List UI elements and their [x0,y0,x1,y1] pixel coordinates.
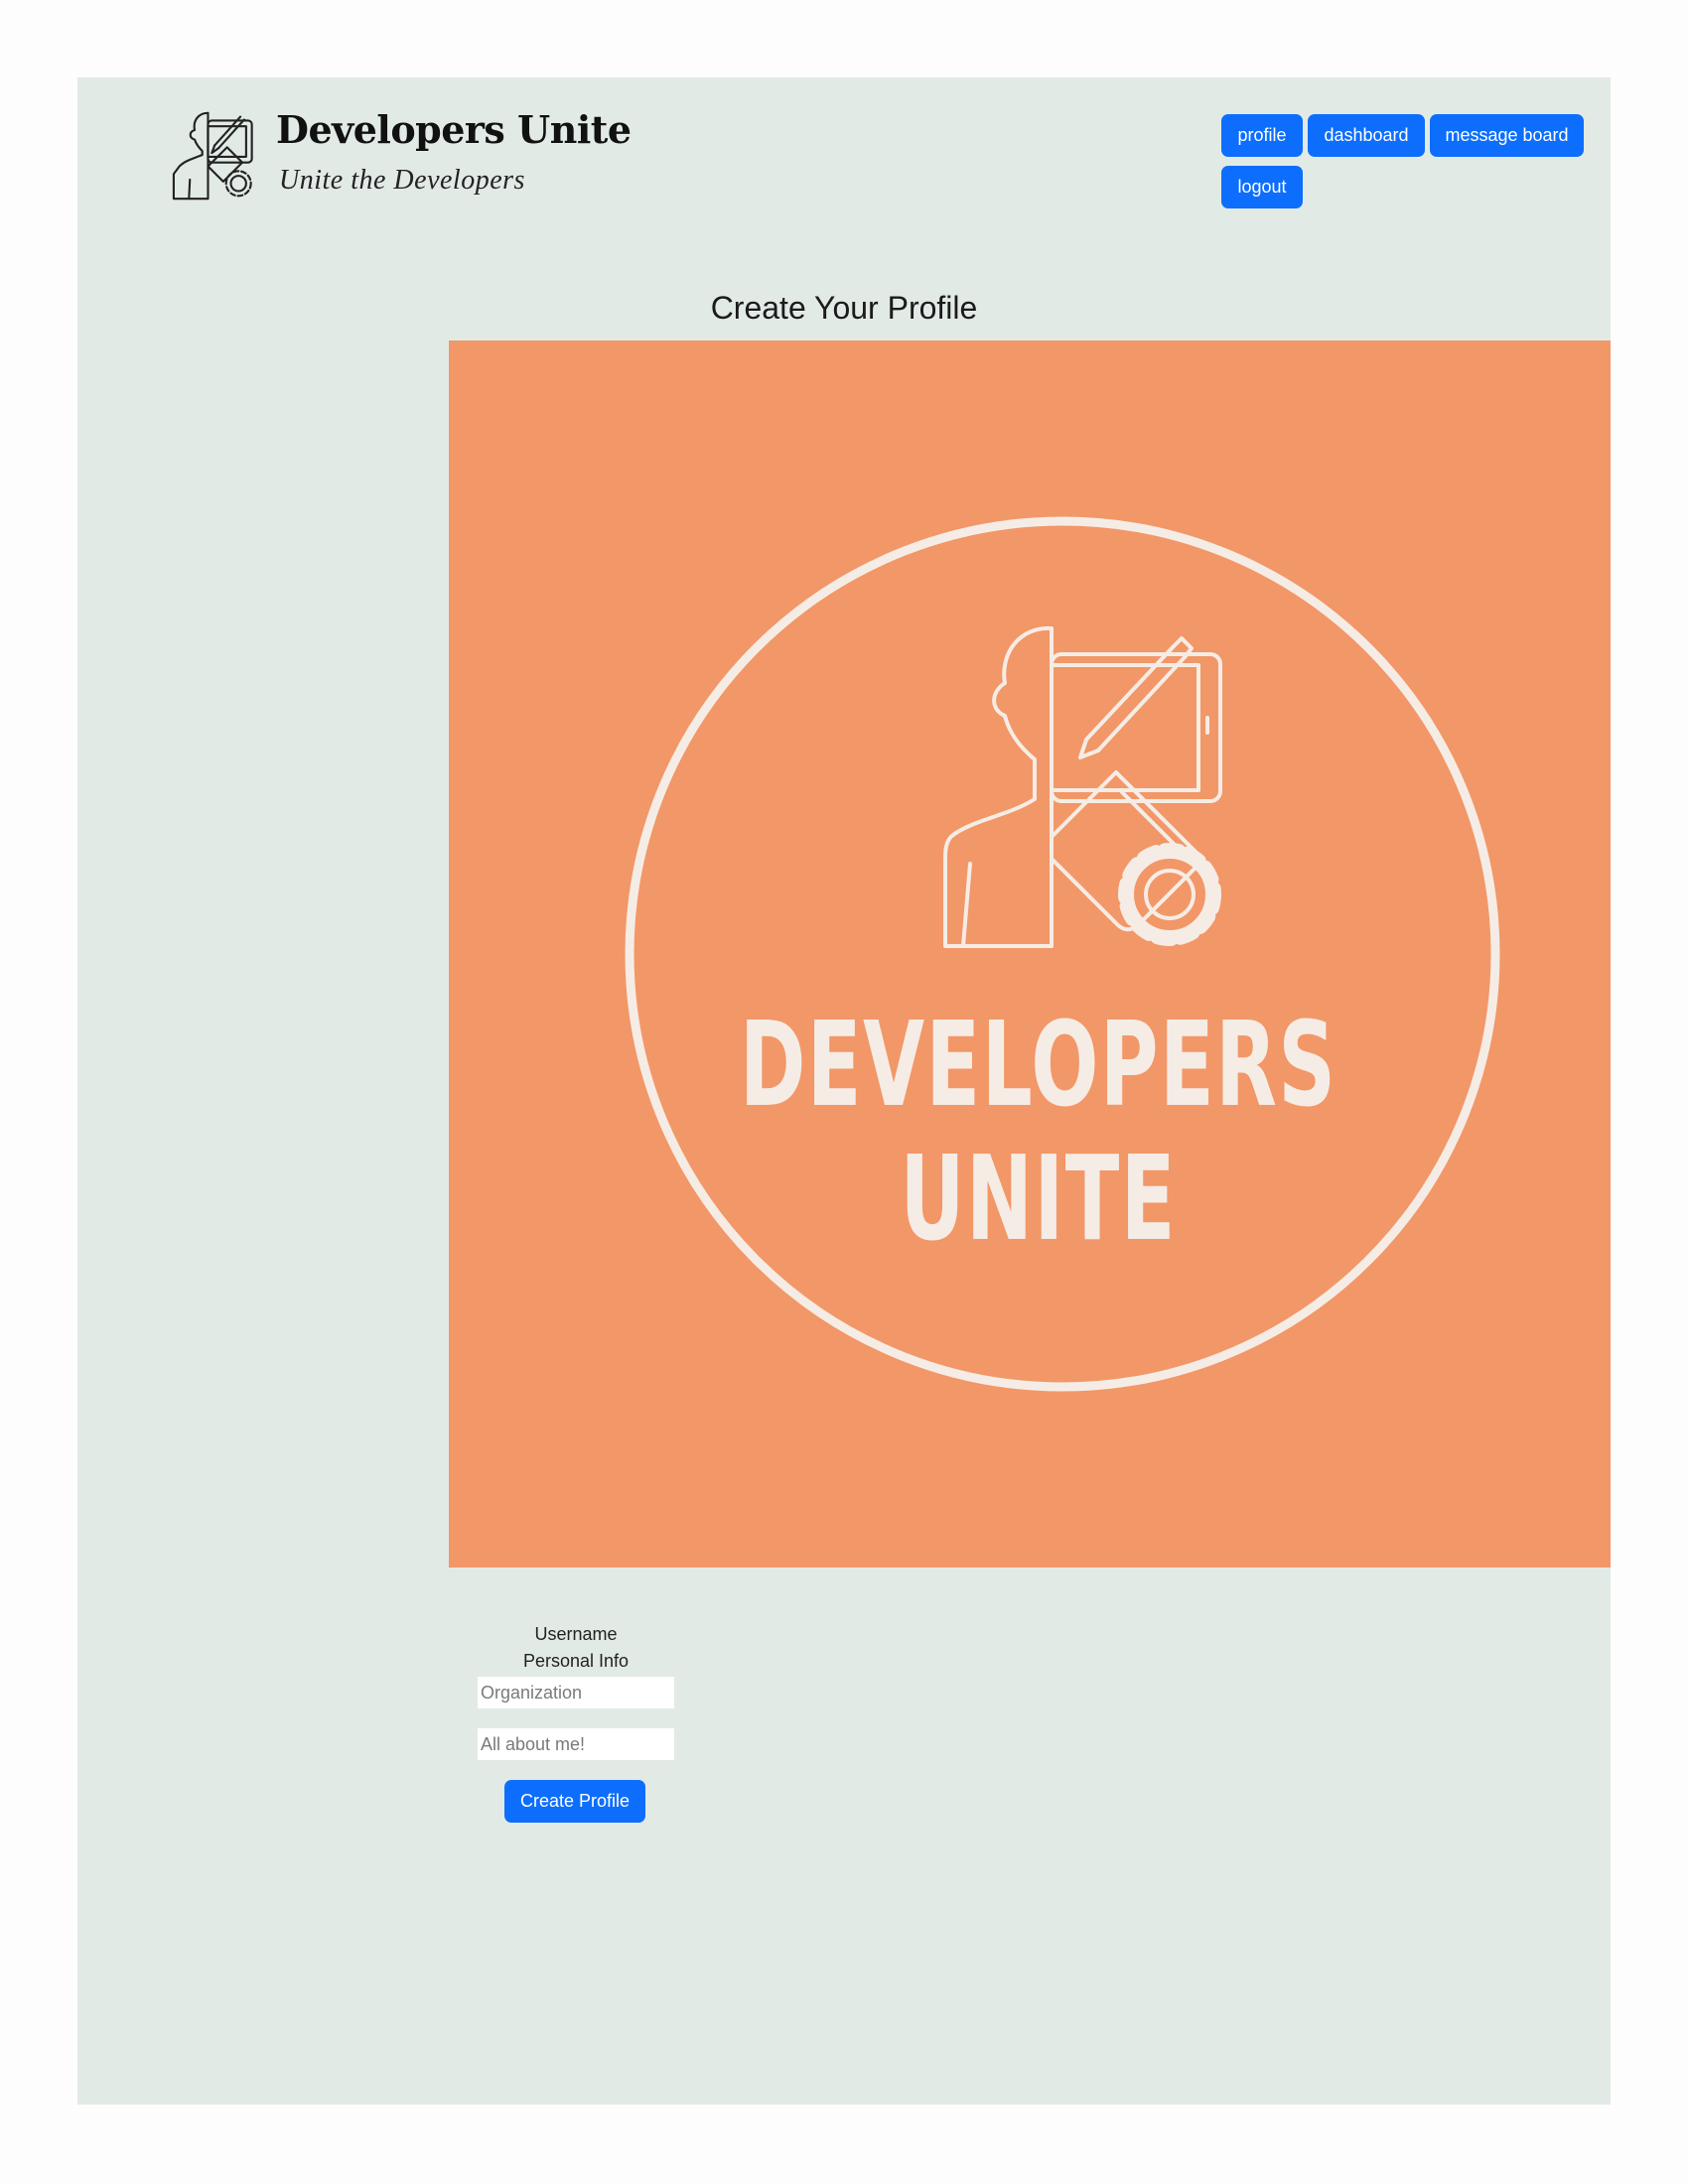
personal-info-label: Personal Info [522,1651,630,1671]
organization-input[interactable] [478,1677,674,1708]
hero-title-line-2: UNITE [900,1130,1177,1267]
developer-logo-icon [172,111,253,201]
brand-tagline: Unite the Developers [279,165,525,196]
about-me-input[interactable] [478,1728,674,1760]
brand[interactable]: Developers Unite Unite the Developers [172,107,632,206]
logout-button[interactable]: logout [1221,166,1303,208]
brand-title: Developers Unite [276,107,632,152]
page-title: Create Your Profile [710,290,978,326]
message-board-button[interactable]: message board [1430,114,1584,157]
hero-emblem-icon [625,516,1500,1392]
hero-logo-image: DEVELOPERS UNITE [449,341,1611,1568]
page-container: Developers Unite Unite the Developers pr… [77,77,1611,2105]
hero-title-line-1: DEVELOPERS [739,996,1337,1133]
create-profile-button[interactable]: Create Profile [504,1780,645,1823]
profile-button[interactable]: profile [1221,114,1303,157]
dashboard-button[interactable]: dashboard [1308,114,1425,157]
username-label: Username [534,1624,618,1644]
